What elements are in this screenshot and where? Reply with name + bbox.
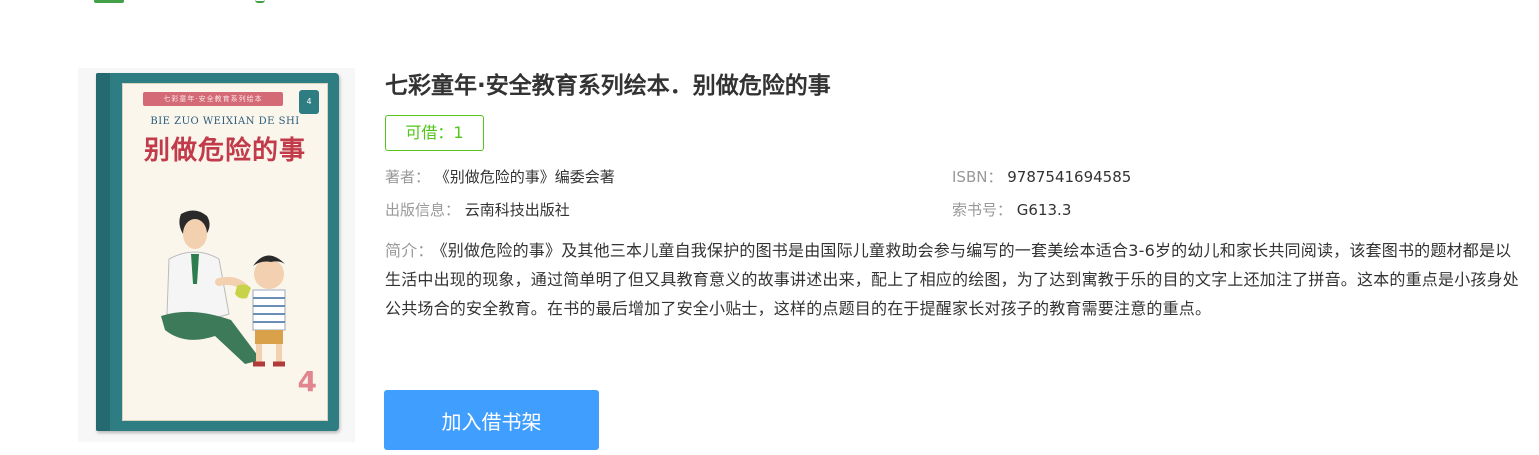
author-label: 著者： xyxy=(385,168,431,186)
summary-text: 《别做危险的事》及其他三本儿童自我保护的图书是由国际儿童救助会参与编写的一套美绘… xyxy=(385,241,1520,318)
author-row: 著者： 《别做危险的事》编委会著 xyxy=(385,166,615,187)
cover-badge-number: 4 xyxy=(306,97,312,106)
cover-spine xyxy=(96,73,110,431)
publisher-value: 云南科技出版社 xyxy=(464,201,570,219)
cover-badge: 4 xyxy=(299,90,319,114)
cover-volume-number: 4 xyxy=(297,365,317,398)
cover-illustration xyxy=(161,210,286,367)
isbn-value: 9787541694585 xyxy=(1007,168,1132,186)
isbn-label: ISBN： xyxy=(952,168,1003,186)
call-number-label: 索书号： xyxy=(952,201,1013,219)
author-value: 《别做危险的事》编委会著 xyxy=(434,168,615,186)
book-summary: 简介： 《别做危险的事》及其他三本儿童自我保护的图书是由国际儿童救助会参与编写的一… xyxy=(385,236,1520,323)
book-title: 七彩童年·安全教育系列绘本．别做危险的事 xyxy=(385,73,831,99)
availability-badge: 可借：1 xyxy=(385,115,484,151)
header-fragment xyxy=(255,0,265,3)
publisher-row: 出版信息： 云南科技出版社 xyxy=(385,199,570,220)
book-cover-image[interactable]: 七彩童年·安全教育系列绘本 4 BIE ZUO WEIXIAN DE SHI 别… xyxy=(96,73,339,431)
call-number-row: 索书号： G613.3 xyxy=(952,199,1071,220)
call-number-value: G613.3 xyxy=(1016,201,1072,219)
cover-series-ribbon: 七彩童年·安全教育系列绘本 xyxy=(143,92,283,106)
add-to-shelf-button[interactable]: 加入借书架 xyxy=(384,390,599,450)
header-logo-fragment xyxy=(94,0,124,3)
book-detail-page: 七彩童年·安全教育系列绘本 4 BIE ZUO WEIXIAN DE SHI 别… xyxy=(0,0,1539,455)
isbn-row: ISBN： 9787541694585 xyxy=(952,166,1131,187)
cover-title: 别做危险的事 xyxy=(143,136,306,166)
publisher-label: 出版信息： xyxy=(385,201,461,219)
summary-label: 简介： xyxy=(385,241,434,260)
cover-panel: 七彩童年·安全教育系列绘本 4 BIE ZUO WEIXIAN DE SHI 别… xyxy=(122,83,328,421)
cover-series-text: 七彩童年·安全教育系列绘本 xyxy=(163,95,263,103)
cover-pinyin: BIE ZUO WEIXIAN DE SHI xyxy=(150,116,300,127)
